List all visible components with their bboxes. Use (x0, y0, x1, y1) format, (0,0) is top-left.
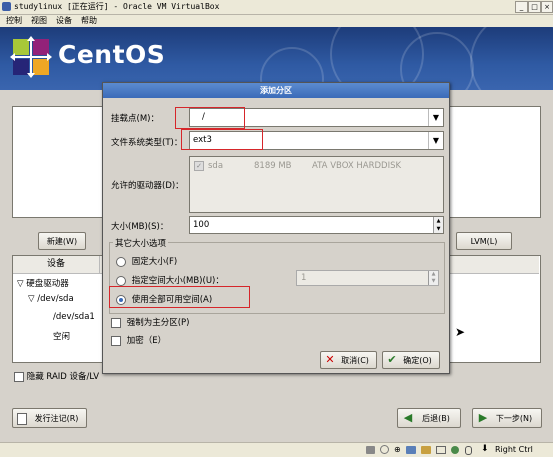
expander-down-icon[interactable]: ▽ (17, 279, 24, 289)
tree-dev-sda[interactable]: ▽ /dev/sda (28, 294, 74, 304)
cancel-button[interactable]: ✕ 取消(C) (320, 351, 377, 369)
menu-control[interactable]: 控制 (6, 15, 22, 26)
dialog-title: 添加分区 (103, 83, 449, 98)
centos-logo-text: CentOS (58, 40, 166, 69)
drive-size: 8189 MB (254, 161, 292, 171)
upto-size-value: 1 (301, 273, 307, 283)
close-button[interactable]: × (541, 1, 553, 13)
tree-hard-drives[interactable]: ▽ 硬盘驱动器 (17, 277, 69, 289)
vm-statusbar: ⊕ ⬇ Right Ctrl (0, 442, 553, 457)
option-fill-upto[interactable]: 指定空间大小(MB)(U)： (116, 274, 224, 286)
radio-upto[interactable] (116, 275, 126, 286)
mount-point-label: 挂载点(M)： (111, 114, 159, 124)
centos-banner: CentOS (0, 27, 553, 90)
drive-model: ATA VBOX HARDDISK (312, 161, 402, 171)
hide-raid-option[interactable]: 隐藏 RAID 设备/LV (14, 370, 99, 382)
usb-status-icon: ⊕ (394, 445, 401, 454)
window-titlebar: studylinux [正在运行] - Oracle VM VirtualBox… (0, 0, 553, 15)
arrow-left-icon: ◀ (403, 411, 413, 424)
option-fixed-size[interactable]: 固定大小(F) (116, 255, 177, 267)
hide-raid-checkbox[interactable] (14, 371, 24, 382)
allowed-drives-label: 允许的驱动器(D)： (111, 181, 184, 191)
display-status-icon (436, 446, 446, 454)
fs-type-highlight (181, 129, 263, 150)
menu-help[interactable]: 帮助 (81, 15, 97, 26)
arrow-right-icon: ▶ (478, 411, 488, 424)
menu-view[interactable]: 视图 (31, 15, 47, 26)
encrypt-option[interactable]: 加密（E） (111, 334, 166, 346)
radio-fixed[interactable] (116, 256, 126, 267)
minimize-button[interactable]: _ (515, 1, 528, 13)
host-key-label: Right Ctrl (495, 445, 533, 454)
spin-arrows-icon[interactable]: ▲ ▼ (428, 271, 438, 285)
size-options-title: 其它大小选项 (113, 237, 169, 249)
hdd-status-icon (366, 446, 375, 454)
mouse-cursor-icon: ➤ (455, 325, 466, 339)
expander-down-icon[interactable]: ▽ (28, 294, 35, 304)
checkmark-icon: ✔ (387, 353, 397, 366)
ok-button[interactable]: ✔ 确定(O) (382, 351, 440, 369)
fill-all-highlight (109, 286, 250, 308)
drive-name: sda (208, 161, 224, 171)
allowed-drives-list[interactable]: ✓ sda 8189 MB ATA VBOX HARDDISK (189, 156, 444, 213)
force-primary-option[interactable]: 强制为主分区(P) (111, 316, 189, 328)
menubar: 控制 视图 设备 帮助 (0, 15, 553, 27)
capture-status-icon (451, 446, 459, 454)
centos-logo-icon (10, 36, 52, 78)
maximize-button[interactable]: □ (528, 1, 541, 13)
spin-arrows-icon[interactable]: ▲ ▼ (433, 217, 443, 233)
new-partition-button[interactable]: 新建(W) (38, 232, 86, 250)
tree-free-space[interactable]: 空闲 (53, 330, 70, 342)
window-title: studylinux [正在运行] - Oracle VM VirtualBox (14, 2, 220, 11)
menu-devices[interactable]: 设备 (56, 15, 72, 26)
encrypt-checkbox[interactable] (111, 335, 121, 346)
cdrom-status-icon (380, 445, 389, 454)
device-column-header: 设备 (13, 256, 100, 274)
mouse-integration-icon (465, 446, 472, 455)
keyboard-capture-arrow-icon: ⬇ (481, 444, 489, 454)
virtualbox-icon (2, 2, 11, 11)
size-value: 100 (193, 220, 210, 230)
size-label: 大小(MB)(S)： (111, 222, 169, 232)
lvm-button[interactable]: LVM(L) (456, 232, 512, 250)
drive-sda-checkbox[interactable]: ✓ (194, 161, 204, 171)
fs-type-label: 文件系统类型(T)： (111, 138, 183, 148)
shared-folder-icon (421, 446, 431, 454)
next-button[interactable]: ▶ 下一步(N) (472, 408, 542, 428)
back-button[interactable]: ◀ 后退(B) (397, 408, 461, 428)
dropdown-arrow-icon[interactable]: ▼ (428, 109, 443, 126)
mount-point-highlight (175, 107, 245, 129)
dropdown-arrow-icon[interactable]: ▼ (428, 132, 443, 149)
tree-dev-sda1[interactable]: /dev/sda1 (53, 312, 95, 322)
force-primary-checkbox[interactable] (111, 317, 121, 328)
release-notes-button[interactable]: 发行注记(R) (12, 408, 87, 428)
cancel-x-icon: ✕ (325, 353, 335, 366)
add-partition-dialog: 添加分区 挂载点(M)： / ▼ 文件系统类型(T)： ext3 ▼ 允许的驱动… (102, 82, 450, 374)
upto-size-spinbox[interactable]: 1 ▲ ▼ (296, 270, 439, 286)
size-spinbox[interactable]: 100 ▲ ▼ (189, 216, 444, 234)
network-status-icon (406, 446, 416, 454)
document-icon (17, 413, 27, 425)
